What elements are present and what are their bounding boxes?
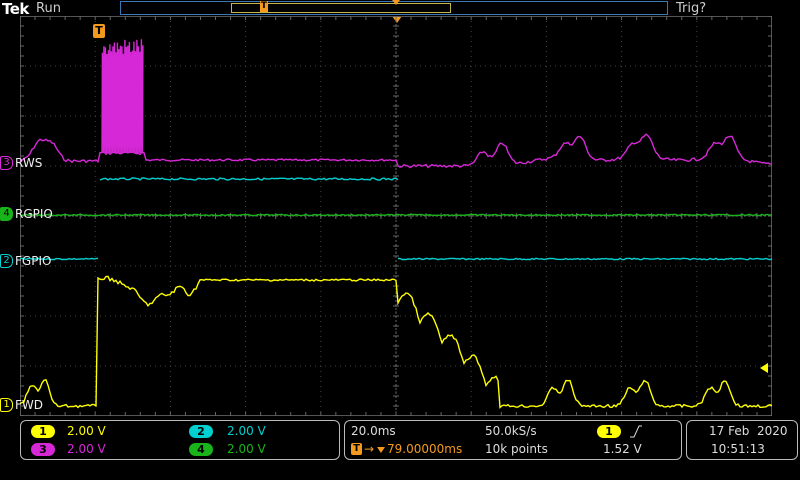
channel-4-label: RGPIO	[15, 207, 53, 221]
fgpio-trace-right	[397, 257, 772, 261]
graticule-svg	[20, 16, 772, 416]
ch2-scale[interactable]: 2.00 V	[227, 424, 266, 438]
time: 10:51:13	[711, 442, 765, 456]
ch4-chip: 4	[189, 443, 213, 456]
channel-2-tag: 2	[0, 254, 13, 268]
ch4-scale[interactable]: 2.00 V	[227, 442, 266, 456]
channel-1-marker[interactable]: 1 FWD	[0, 398, 43, 412]
ch3-scale[interactable]: 2.00 V	[67, 442, 106, 456]
rising-edge-icon	[630, 425, 642, 438]
trigger-delay[interactable]: 79.00000ms	[387, 442, 462, 456]
channel-scale-panel[interactable]: 1 2.00 V 2 2.00 V 3 2.00 V 4 2.00 V	[20, 420, 340, 460]
overview-expansion-point-icon	[392, 0, 400, 5]
readout-area: 1 2.00 V 2 2.00 V 3 2.00 V 4 2.00 V 20.0…	[0, 418, 800, 480]
ch3-chip: 3	[31, 443, 55, 456]
ch1-scale[interactable]: 2.00 V	[67, 424, 106, 438]
ch2-chip: 2	[189, 425, 213, 438]
overview-trigger-marker: T	[260, 1, 268, 12]
delay-position-icon	[377, 447, 385, 453]
trigger-point-marker[interactable]: T	[93, 24, 105, 38]
acquisition-state[interactable]: Run	[36, 1, 61, 16]
fgpio-trace-high	[99, 177, 399, 181]
trigger-level[interactable]: 1.52 V	[603, 442, 642, 456]
trigger-delay-marker: T	[351, 443, 362, 455]
trigger-level-marker-icon[interactable]	[760, 363, 768, 373]
datetime-panel: 17 Feb 2020 10:51:13	[686, 420, 798, 460]
waveform-display[interactable]	[20, 16, 772, 416]
rgpio-trace	[20, 213, 772, 217]
channel-3-marker[interactable]: 3 RWS	[0, 156, 42, 170]
trigger-status: Trig?	[676, 1, 707, 16]
time-per-div[interactable]: 20.0ms	[351, 424, 396, 438]
date: 17 Feb 2020	[709, 424, 788, 438]
channel-1-tag: 1	[0, 398, 13, 412]
ch1-chip: 1	[31, 425, 55, 438]
channel-3-label: RWS	[15, 156, 43, 170]
sample-rate: 50.0kS/s	[485, 424, 537, 438]
channel-2-marker[interactable]: 2 FGPIO	[0, 254, 51, 268]
channel-3-tag: 3	[0, 156, 13, 170]
channel-1-label: FWD	[15, 398, 44, 412]
arrow-right-icon: →	[364, 442, 375, 456]
horizontal-trigger-panel[interactable]: 20.0ms 50.0kS/s 1 T → 79.00000ms 10k poi…	[344, 420, 682, 460]
rws-burst	[101, 39, 144, 154]
channel-4-tag: 4	[0, 207, 13, 221]
record-length[interactable]: 10k points	[485, 442, 548, 456]
record-overview-bar[interactable]: T	[120, 0, 668, 15]
trigger-source-chip: 1	[597, 425, 621, 438]
channel-4-marker[interactable]: 4 RGPIO	[0, 207, 53, 221]
channel-2-label: FGPIO	[15, 254, 52, 268]
